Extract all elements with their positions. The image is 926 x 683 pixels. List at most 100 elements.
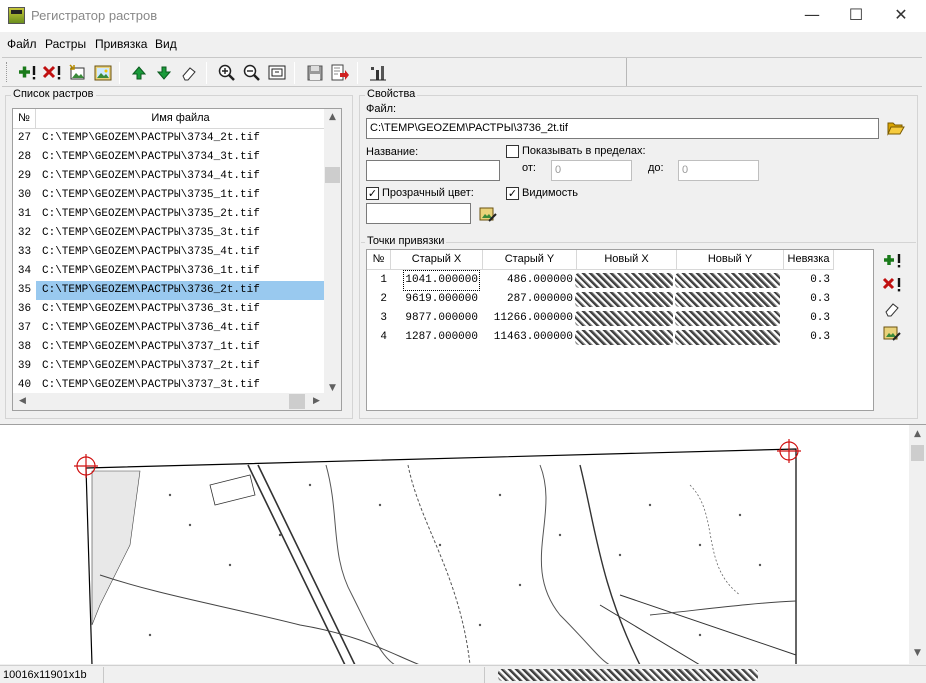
tie-points-header: № Старый X Старый Y Новый X Новый Y Невя… <box>367 250 834 270</box>
pick-color-button[interactable] <box>478 204 498 224</box>
clear-points-button[interactable] <box>882 299 902 319</box>
maximize-button[interactable]: ☐ <box>842 4 870 26</box>
open-raster-button[interactable] <box>68 63 88 83</box>
raster-list[interactable]: № Имя файла 27 C:\TEMP\GEOZEM\РАСТРЫ\3734… <box>12 108 342 411</box>
zoom-fit-button[interactable] <box>267 63 287 83</box>
browse-file-button[interactable] <box>886 118 906 138</box>
row-file-name: C:\TEMP\GEOZEM\РАСТРЫ\3735_1t.tif <box>42 189 260 201</box>
raster-list-row[interactable]: 38 C:\TEMP\GEOZEM\РАСТРЫ\3737_1t.tif <box>13 338 325 357</box>
to-field[interactable]: 0 <box>678 160 759 181</box>
transparent-color-checkbox[interactable]: ✓ <box>366 187 379 200</box>
toolbar-grip[interactable] <box>6 62 9 82</box>
map-vscroll[interactable]: ▲ ▼ <box>909 425 926 664</box>
old-y-cell[interactable]: 486.000000 <box>481 271 575 290</box>
raster-list-row[interactable]: 32 C:\TEMP\GEOZEM\РАСТРЫ\3735_3t.tif <box>13 224 325 243</box>
scroll-up-icon[interactable]: ▲ <box>325 112 340 122</box>
eraser-button[interactable] <box>179 63 199 83</box>
new-y-cell[interactable] <box>675 309 782 328</box>
raster-list-row[interactable]: 28 C:\TEMP\GEOZEM\РАСТРЫ\3734_3t.tif <box>13 148 325 167</box>
old-x-cell[interactable]: 9619.000000 <box>389 290 481 309</box>
menu-view[interactable]: Вид <box>155 37 177 51</box>
column-header-new-y[interactable]: Новый Y <box>677 250 784 270</box>
new-x-cell[interactable] <box>575 328 675 347</box>
raster-list-row[interactable]: 33 C:\TEMP\GEOZEM\РАСТРЫ\3735_4t.tif <box>13 243 325 262</box>
tie-point-row[interactable]: 3 9877.000000 11266.000000 0.3 <box>367 309 832 328</box>
raster-list-row[interactable]: 27 C:\TEMP\GEOZEM\РАСТРЫ\3734_2t.tif <box>13 129 325 148</box>
raster-list-row[interactable]: 36 C:\TEMP\GEOZEM\РАСТРЫ\3736_3t.tif <box>13 300 325 319</box>
new-y-cell[interactable] <box>675 328 782 347</box>
old-y-cell[interactable]: 287.000000 <box>481 290 575 309</box>
old-y-cell[interactable]: 11266.000000 <box>481 309 575 328</box>
old-y-cell[interactable]: 11463.000000 <box>481 328 575 347</box>
column-header-new-x[interactable]: Новый X <box>577 250 677 270</box>
menu-file[interactable]: Файл <box>7 37 37 51</box>
pick-point-button[interactable] <box>882 323 902 343</box>
raster-list-hscroll[interactable]: ◀ ▶ <box>13 393 325 410</box>
raster-list-vscroll-thumb[interactable] <box>325 167 340 183</box>
add-raster-button[interactable] <box>17 63 37 83</box>
file-path-field[interactable]: C:\TEMP\GEOZEM\РАСТРЫ\3736_2t.tif <box>366 118 879 139</box>
map-vscroll-thumb[interactable] <box>911 445 924 461</box>
column-header-file[interactable]: Имя файла <box>36 109 325 128</box>
old-x-cell[interactable]: 1287.000000 <box>389 328 481 347</box>
scroll-up-icon[interactable]: ▲ <box>910 429 925 439</box>
delete-point-button[interactable] <box>882 275 902 295</box>
column-header-residual[interactable]: Невязка <box>784 250 834 270</box>
new-x-cell[interactable] <box>575 271 675 290</box>
raster-list-hscroll-thumb[interactable] <box>289 394 305 409</box>
transparent-color-field[interactable] <box>366 203 471 224</box>
raster-map-image <box>74 439 801 664</box>
old-x-cell[interactable]: 1041.000000 <box>389 270 481 291</box>
row-number: 27 <box>17 132 32 144</box>
column-header-old-y[interactable]: Старый Y <box>483 250 577 270</box>
show-within-checkbox[interactable] <box>506 145 519 158</box>
color-picker-icon <box>479 207 497 222</box>
save-button[interactable] <box>305 63 325 83</box>
raster-list-row[interactable]: 35 C:\TEMP\GEOZEM\РАСТРЫ\3736_2t.tif <box>13 281 325 300</box>
raster-list-row[interactable]: 37 C:\TEMP\GEOZEM\РАСТРЫ\3736_4t.tif <box>13 319 325 338</box>
raster-map-view[interactable]: ▲ ▼ <box>0 424 926 664</box>
raster-list-vscroll[interactable]: ▲ ▼ <box>324 109 341 395</box>
name-field[interactable] <box>366 160 500 181</box>
raster-list-row[interactable]: 39 C:\TEMP\GEOZEM\РАСТРЫ\3737_2t.tif <box>13 357 325 376</box>
column-header-old-x[interactable]: Старый X <box>391 250 483 270</box>
export-icon <box>331 64 349 81</box>
menu-binding[interactable]: Привязка <box>95 37 147 51</box>
zoom-out-button[interactable] <box>242 63 262 83</box>
scroll-down-icon[interactable]: ▼ <box>325 383 340 393</box>
tie-point-row[interactable]: 4 1287.000000 11463.000000 0.3 <box>367 328 832 347</box>
column-header-num[interactable]: № <box>367 250 391 270</box>
row-file-name: C:\TEMP\GEOZEM\РАСТРЫ\3736_1t.tif <box>42 265 260 277</box>
new-y-cell[interactable] <box>675 290 782 309</box>
scroll-right-icon[interactable]: ▶ <box>309 396 324 406</box>
menu-rasters[interactable]: Растры <box>45 37 86 51</box>
raster-list-row[interactable]: 31 C:\TEMP\GEOZEM\РАСТРЫ\3735_2t.tif <box>13 205 325 224</box>
close-button[interactable]: ✕ <box>887 4 915 26</box>
add-point-button[interactable] <box>882 251 902 271</box>
minimize-button[interactable]: — <box>798 4 826 26</box>
tie-point-row[interactable]: 2 9619.000000 287.000000 0.3 <box>367 290 832 309</box>
move-down-button[interactable] <box>154 63 174 83</box>
new-y-cell[interactable] <box>675 271 782 290</box>
from-field[interactable]: 0 <box>551 160 632 181</box>
raster-list-row[interactable]: 30 C:\TEMP\GEOZEM\РАСТРЫ\3735_1t.tif <box>13 186 325 205</box>
toolbar-separator <box>357 62 358 84</box>
status-cell-empty <box>105 667 485 683</box>
raster-image-button[interactable] <box>93 63 113 83</box>
column-header-num[interactable]: № <box>13 109 36 128</box>
tie-point-row[interactable]: 1 1041.000000 486.000000 0.3 <box>367 270 832 291</box>
visibility-checkbox[interactable]: ✓ <box>506 187 519 200</box>
old-x-cell[interactable]: 9877.000000 <box>389 309 481 328</box>
remove-raster-button[interactable] <box>42 63 62 83</box>
scroll-down-icon[interactable]: ▼ <box>910 648 925 658</box>
move-up-button[interactable] <box>129 63 149 83</box>
tools-button[interactable] <box>368 63 388 83</box>
export-button[interactable] <box>330 63 350 83</box>
raster-list-row[interactable]: 29 C:\TEMP\GEOZEM\РАСТРЫ\3734_4t.tif <box>13 167 325 186</box>
new-x-cell[interactable] <box>575 309 675 328</box>
zoom-in-button[interactable] <box>217 63 237 83</box>
tie-points-table[interactable]: № Старый X Старый Y Новый X Новый Y Невя… <box>366 249 874 411</box>
scroll-left-icon[interactable]: ◀ <box>15 396 30 406</box>
raster-list-row[interactable]: 34 C:\TEMP\GEOZEM\РАСТРЫ\3736_1t.tif <box>13 262 325 281</box>
new-x-cell[interactable] <box>575 290 675 309</box>
